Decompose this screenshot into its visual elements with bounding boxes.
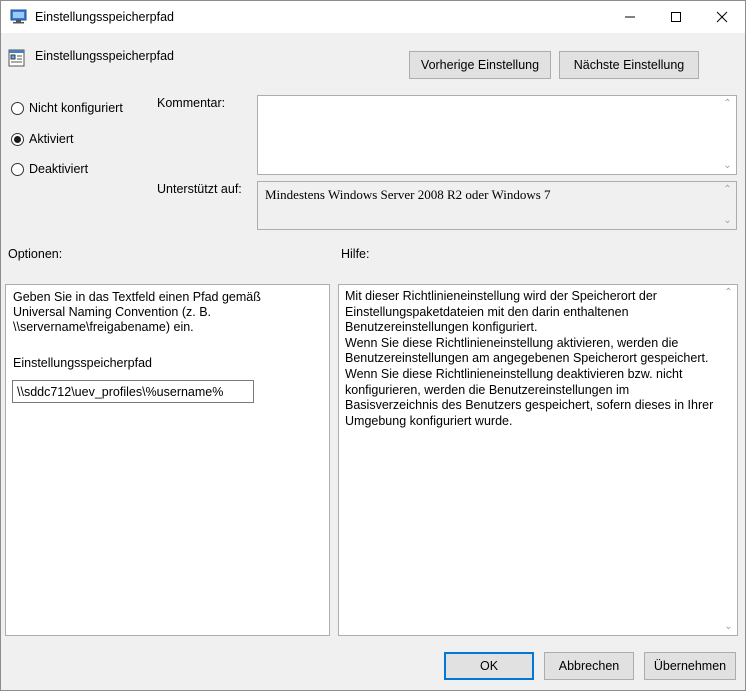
comment-scrollbar[interactable]: ⌃ ⌄ (719, 96, 736, 174)
maximize-icon (671, 12, 681, 22)
window-title: Einstellungsspeicherpfad (35, 10, 174, 24)
options-panel: Geben Sie in das Textfeld einen Pfad gem… (5, 284, 330, 636)
title-bar[interactable]: Einstellungsspeicherpfad (1, 1, 745, 33)
options-label: Optionen: (8, 247, 63, 261)
scroll-down-icon[interactable]: ⌄ (723, 213, 731, 229)
comment-textarea[interactable]: ⌃ ⌄ (257, 95, 737, 175)
help-scrollbar[interactable]: ⌃ ⌄ (720, 285, 737, 635)
radio-button-selected[interactable] (11, 132, 24, 146)
policy-setting-dialog: Einstellungsspeicherpfad Einstellungsspe… (0, 0, 746, 691)
scroll-up-icon[interactable]: ⌃ (724, 285, 732, 301)
help-paragraph: Mit dieser Richtlinieneinstellung wird d… (345, 289, 657, 335)
help-panel: Mit dieser Richtlinieneinstellung wird d… (338, 284, 738, 636)
comment-label: Kommentar: (157, 96, 226, 110)
setting-name: Einstellungsspeicherpfad (35, 49, 174, 63)
radio-disabled[interactable]: Deaktiviert (11, 162, 88, 176)
close-button[interactable] (699, 1, 745, 33)
close-icon (716, 11, 728, 23)
scroll-up-icon[interactable]: ⌃ (723, 96, 731, 112)
radio-label: Aktiviert (29, 132, 74, 146)
previous-setting-button[interactable]: Vorherige Einstellung (409, 51, 551, 79)
scroll-down-icon[interactable]: ⌄ (723, 158, 731, 174)
supported-on-value: Mindestens Windows Server 2008 R2 oder W… (265, 187, 551, 202)
path-input[interactable] (12, 380, 254, 403)
options-description: Geben Sie in das Textfeld einen Pfad gem… (13, 290, 261, 334)
scroll-up-icon[interactable]: ⌃ (723, 182, 731, 198)
next-setting-button[interactable]: Nächste Einstellung (559, 51, 699, 79)
radio-label: Deaktiviert (29, 162, 89, 176)
cancel-button[interactable]: Abbrechen (544, 652, 634, 680)
help-paragraph: Wenn Sie diese Richtlinieneinstellung de… (345, 366, 714, 428)
path-field-label: Einstellungsspeicherpfad (13, 356, 152, 370)
radio-enabled[interactable]: Aktiviert (11, 132, 73, 146)
supported-on-label: Unterstützt auf: (157, 182, 242, 196)
help-label: Hilfe: (341, 247, 370, 261)
minimize-button[interactable] (607, 1, 653, 33)
ok-button[interactable]: OK (444, 652, 534, 680)
radio-label: Nicht konfiguriert (29, 101, 123, 115)
apply-button[interactable]: Übernehmen (644, 652, 736, 680)
scroll-down-icon[interactable]: ⌄ (724, 619, 732, 635)
radio-not-configured[interactable]: Nicht konfiguriert (11, 101, 123, 115)
help-text: Mit dieser Richtlinieneinstellung wird d… (345, 289, 720, 429)
supported-on-field: Mindestens Windows Server 2008 R2 oder W… (257, 181, 737, 230)
radio-button[interactable] (11, 162, 24, 176)
policy-settings-icon (10, 9, 27, 24)
maximize-button[interactable] (653, 1, 699, 33)
policy-document-icon (8, 49, 25, 67)
supported-scrollbar[interactable]: ⌃ ⌄ (719, 182, 736, 229)
help-paragraph: Wenn Sie diese Richtlinieneinstellung ak… (345, 335, 709, 366)
radio-button[interactable] (11, 101, 24, 115)
minimize-icon (625, 16, 635, 18)
